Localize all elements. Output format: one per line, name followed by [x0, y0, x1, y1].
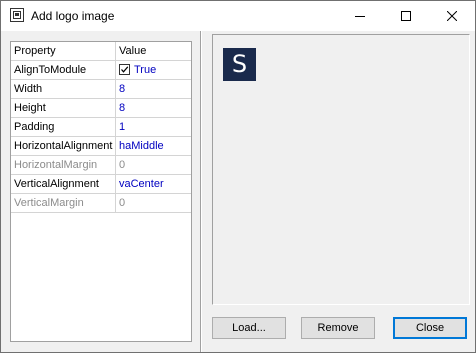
window-title: Add logo image — [31, 9, 115, 23]
remove-button[interactable]: Remove — [301, 317, 375, 339]
property-name: HorizontalMargin — [11, 156, 116, 174]
property-grid-header: Property Value — [11, 42, 191, 61]
app-icon — [10, 8, 24, 22]
property-value: 0 — [119, 159, 126, 171]
property-value[interactable]: 8 — [117, 80, 125, 98]
close-icon — [447, 11, 457, 21]
panel-splitter[interactable] — [200, 31, 202, 352]
add-logo-image-dialog: Add logo image Property Value AlignToMod… — [0, 0, 476, 353]
checkmark-icon — [121, 66, 129, 73]
close-window-button[interactable] — [429, 1, 475, 31]
logo-preview-area: S — [212, 34, 470, 305]
logo-image: S — [223, 48, 256, 81]
property-value[interactable]: True — [117, 61, 156, 79]
property-value[interactable]: 8 — [117, 99, 125, 117]
minimize-button[interactable] — [337, 1, 383, 31]
minimize-icon — [355, 16, 365, 17]
property-row-vertical-alignment[interactable]: VerticalAlignment vaCenter — [11, 175, 191, 194]
property-value: 0 — [119, 197, 126, 209]
property-row-vertical-margin: VerticalMargin 0 — [11, 194, 191, 213]
property-value[interactable]: 1 — [117, 118, 125, 136]
property-name: AlignToModule — [11, 61, 116, 79]
property-row-height[interactable]: Height 8 — [11, 99, 191, 118]
property-name: VerticalMargin — [11, 194, 116, 212]
property-name: VerticalAlignment — [11, 175, 116, 193]
maximize-button[interactable] — [383, 1, 429, 31]
property-row-width[interactable]: Width 8 — [11, 80, 191, 99]
align-to-module-value: True — [134, 64, 157, 76]
property-value[interactable]: haMiddle — [117, 137, 164, 155]
align-to-module-checkbox[interactable] — [119, 64, 130, 75]
property-grid: Property Value AlignToModule True Width … — [10, 41, 192, 342]
property-name: HorizontalAlignment — [11, 137, 116, 155]
property-row-align-to-module[interactable]: AlignToModule True — [11, 61, 191, 80]
property-row-horizontal-margin: HorizontalMargin 0 — [11, 156, 191, 175]
property-name: Padding — [11, 118, 116, 136]
load-button[interactable]: Load... — [212, 317, 286, 339]
value-column-header: Value — [119, 45, 147, 57]
maximize-icon — [401, 11, 411, 21]
property-name: Width — [11, 80, 116, 98]
close-button[interactable]: Close — [393, 317, 467, 339]
property-column-header: Property — [11, 42, 116, 60]
title-bar[interactable]: Add logo image — [1, 1, 475, 31]
property-row-padding[interactable]: Padding 1 — [11, 118, 191, 137]
property-value[interactable]: vaCenter — [117, 175, 164, 193]
property-name: Height — [11, 99, 116, 117]
property-row-horizontal-alignment[interactable]: HorizontalAlignment haMiddle — [11, 137, 191, 156]
